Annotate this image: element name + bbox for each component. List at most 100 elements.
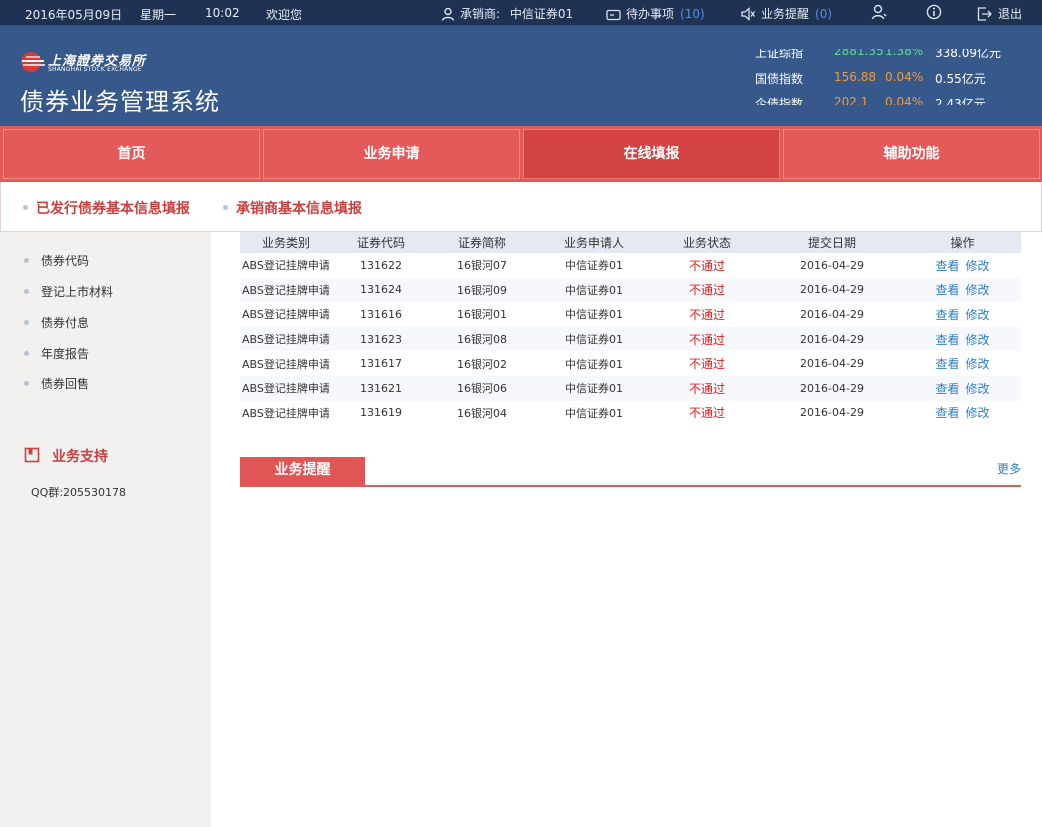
actions-cell: 查看 修改 (904, 401, 1021, 426)
todo-count: (10) (680, 7, 705, 21)
edit-link[interactable]: 修改 (966, 259, 990, 273)
security-name-cell: 16银河06 (430, 375, 534, 401)
edit-link[interactable]: 修改 (966, 382, 990, 396)
top-status-bar: 2016年05月09日 星期一 10:02 欢迎您 承销商: 中信证券01 待办… (0, 0, 1042, 26)
view-link[interactable]: 查看 (935, 382, 959, 396)
view-link[interactable]: 查看 (935, 283, 959, 297)
applicant-cell: 中信证券01 (534, 326, 654, 352)
account-icon (871, 4, 887, 20)
security-code-cell: 131624 (332, 277, 430, 303)
sidebar-item-label: 年度报告 (41, 347, 90, 361)
column-header: 业务申请人 (534, 232, 654, 253)
subnav-item-issued-bond-info[interactable]: 已发行债券基本信息填报 (23, 198, 190, 218)
business-type-cell: ABS登记挂牌申请 (240, 277, 332, 303)
tab-home[interactable]: 首页 (3, 129, 260, 179)
speaker-icon (741, 7, 755, 21)
actions-cell: 查看 修改 (904, 253, 1021, 278)
status-cell: 不通过 (688, 357, 725, 372)
actions-cell: 查看 修改 (904, 302, 1021, 327)
status-cell: 不通过 (654, 375, 760, 401)
tab-auxiliary-functions[interactable]: 辅助功能 (783, 129, 1040, 179)
index-change: 1.38% (885, 49, 924, 58)
subnav-item-label: 承销商基本信息填报 (236, 201, 362, 217)
business-reminder-tab[interactable]: 业务提醒 (240, 457, 365, 485)
view-link[interactable]: 查看 (935, 308, 959, 322)
sse-logo-mark-icon (21, 52, 45, 72)
security-code-cell: 131617 (360, 357, 402, 371)
logo-english-name: SHANGHAI STOCK EXCHANGE (48, 66, 142, 73)
sidebar-item-label: 债券付息 (41, 316, 90, 330)
column-header: 操作 (904, 232, 1021, 253)
subnav-item-underwriter-info[interactable]: 承销商基本信息填报 (223, 198, 362, 218)
sidebar-item-listing-materials[interactable]: 登记上市材料 (24, 283, 113, 300)
current-weekday: 星期一 (140, 8, 177, 22)
site-header: 上海證券交易所 SHANGHAI STOCK EXCHANGE 债券业务管理系统… (0, 26, 1042, 126)
status-cell: 不通过 (688, 307, 725, 322)
table-header-row: 业务类别 证券代码 证券简称 业务申请人 业务状态 提交日期 操作 (240, 232, 1021, 253)
actions-cell: 查看 修改 (904, 277, 1021, 303)
info-button[interactable] (926, 4, 942, 23)
index-amount: 2.43亿元 (935, 97, 986, 105)
applicant-cell: 中信证券01 (565, 259, 623, 273)
applicant-cell: 中信证券01 (534, 375, 654, 401)
tab-online-filing[interactable]: 在线填报 (523, 129, 780, 179)
index-name: 国债指数 (755, 72, 804, 86)
edit-link[interactable]: 修改 (966, 283, 990, 297)
security-name-cell: 16银河01 (457, 308, 507, 322)
bullet-icon (24, 289, 29, 294)
sidebar-item-bond-putback[interactable]: 债券回售 (24, 375, 89, 392)
business-type-cell: ABS登记挂牌申请 (240, 326, 332, 352)
sidebar-item-bond-code[interactable]: 债券代码 (24, 252, 89, 269)
edit-link[interactable]: 修改 (966, 333, 990, 347)
index-amount: 338.09亿元 (935, 49, 1001, 60)
todo-icon (606, 9, 621, 21)
logout-button[interactable]: 退出 (977, 5, 1022, 22)
info-icon (926, 4, 942, 20)
bullet-icon (223, 205, 228, 210)
tab-business-application[interactable]: 业务申请 (263, 129, 520, 179)
security-name-cell: 16银河04 (457, 406, 507, 420)
edit-link[interactable]: 修改 (966, 308, 990, 322)
business-type-cell: ABS登记挂牌申请 (242, 308, 330, 322)
column-header: 业务状态 (654, 232, 760, 253)
sub-nav: 已发行债券基本信息填报 承销商基本信息填报 (0, 182, 1042, 232)
submit-date-cell: 2016-04-29 (760, 326, 904, 352)
submit-date-cell: 2016-04-29 (760, 277, 904, 303)
edit-link[interactable]: 修改 (966, 406, 990, 420)
view-link[interactable]: 查看 (935, 333, 959, 347)
todo-link[interactable]: 待办事项 (10) (606, 5, 705, 22)
view-link[interactable]: 查看 (935, 406, 959, 420)
security-name-cell: 16银河08 (430, 326, 534, 352)
table-row: ABS登记挂牌申请 131622 16银河07 中信证券01 不通过 2016-04-29… (240, 253, 1021, 278)
account-button[interactable] (871, 4, 887, 23)
sidebar-item-annual-report[interactable]: 年度报告 (24, 345, 89, 362)
security-name-cell: 16银河09 (430, 277, 534, 303)
status-cell: 不通过 (688, 406, 725, 421)
sidebar-item-label: 登记上市材料 (41, 285, 114, 299)
underwriter-info: 承销商: 中信证券01 (441, 5, 573, 22)
edit-link[interactable]: 修改 (966, 357, 990, 371)
security-code-cell: 131616 (360, 307, 402, 321)
actions-cell: 查看 修改 (904, 326, 1021, 352)
view-link[interactable]: 查看 (935, 259, 959, 273)
underwriter-label: 承销商: (460, 7, 501, 21)
sidebar-item-label: 债券回售 (41, 377, 90, 391)
submit-date-cell: 2016-04-29 (800, 258, 864, 272)
welcome-text: 欢迎您 (266, 8, 303, 22)
index-value: 156.88 (834, 70, 876, 84)
submit-date-cell: 2016-04-29 (800, 406, 864, 420)
security-code-cell: 131622 (360, 258, 402, 272)
applicant-cell: 中信证券01 (565, 308, 623, 322)
view-link[interactable]: 查看 (935, 357, 959, 371)
submit-date-cell: 2016-04-29 (800, 307, 864, 321)
system-title: 债券业务管理系统 (20, 88, 220, 116)
security-code-cell: 131619 (360, 406, 402, 420)
actions-cell: 查看 修改 (904, 375, 1021, 401)
table-row: ABS登记挂牌申请 131623 16银河08 中信证券01 不通过 2016-04-29… (240, 326, 1021, 352)
table-row: ABS登记挂牌申请 131621 16银河06 中信证券01 不通过 2016-04-29… (240, 375, 1021, 401)
more-link[interactable]: 更多 (997, 460, 1021, 477)
sidebar-item-interest-payment[interactable]: 债券付息 (24, 314, 89, 331)
alerts-link[interactable]: 业务提醒 (0) (740, 5, 832, 22)
current-date: 2016年05月09日 (25, 8, 123, 22)
logout-icon (977, 7, 992, 21)
